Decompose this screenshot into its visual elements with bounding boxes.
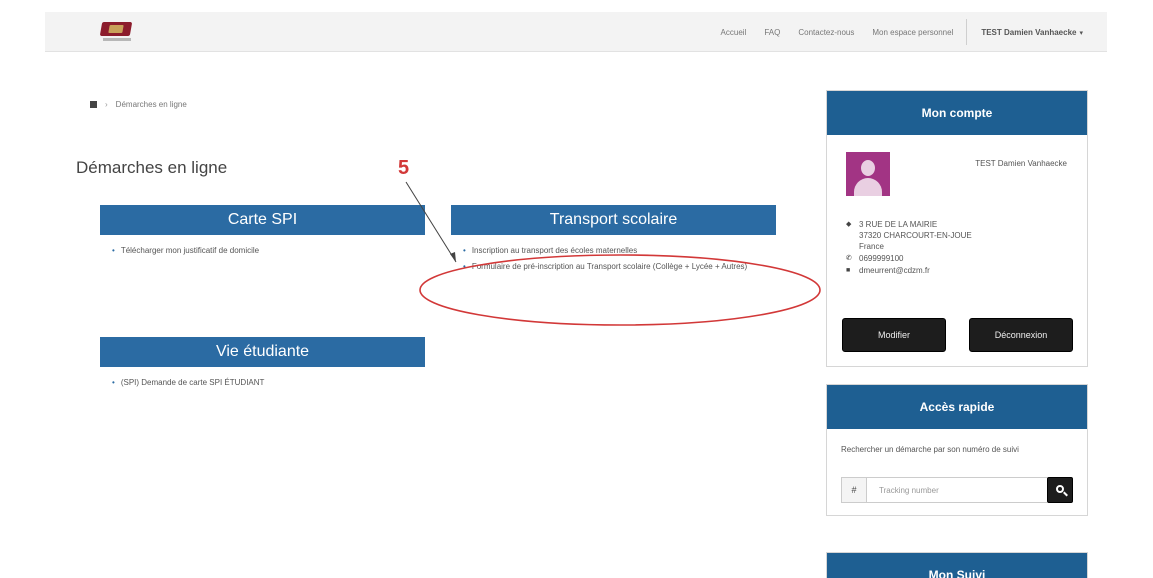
account-widget-body: TEST Damien Vanhaecke ◆ 3 RUE DE LA MAIR… xyxy=(827,135,1087,366)
tracking-search: # xyxy=(841,477,1073,503)
annotation-step-number: 5 xyxy=(398,157,410,179)
section-links: • Inscription au transport des écoles mat… xyxy=(451,235,776,273)
search-icon-handle xyxy=(1063,491,1068,497)
address-lines: 3 RUE DE LA MAIRIE 37320 CHARCOURT-EN-JO… xyxy=(859,219,972,252)
breadcrumb-current: Démarches en ligne xyxy=(115,100,187,109)
section-links: • Télécharger mon justificatif de domicil… xyxy=(100,235,425,257)
bullet-icon: • xyxy=(112,378,115,387)
avatar-head xyxy=(861,160,875,176)
section-vie-etudiante: Vie étudiante • (SPI) Demande de carte SP… xyxy=(100,337,425,392)
section-header: Vie étudiante xyxy=(100,337,425,367)
top-navbar: Accueil FAQ Contactez-nous Mon espace pe… xyxy=(45,12,1107,52)
nav-divider xyxy=(966,19,968,45)
list-item: • Formulaire de pré-inscription au Transp… xyxy=(463,260,776,273)
account-address: ◆ 3 RUE DE LA MAIRIE 37320 CHARCOURT-EN-… xyxy=(846,219,972,252)
nav-faq[interactable]: FAQ xyxy=(755,28,789,37)
section-header: Transport scolaire xyxy=(451,205,776,235)
account-phone: ✆ 0699999100 xyxy=(846,253,972,264)
user-menu-label: TEST Damien Vanhaecke xyxy=(981,27,1077,37)
logo-subline xyxy=(103,38,131,41)
breadcrumb: › Démarches en ligne xyxy=(90,100,187,109)
hash-prefix: # xyxy=(841,477,867,503)
quick-access-title: Accès rapide xyxy=(827,385,1087,429)
quick-access-widget: Accès rapide Rechercher un démarche par … xyxy=(826,384,1088,516)
user-menu[interactable]: TEST Damien Vanhaecke ▾ xyxy=(975,28,1083,37)
home-icon[interactable] xyxy=(90,101,97,108)
nav-espace-personnel[interactable]: Mon espace personnel xyxy=(863,28,962,37)
envelope-icon: ■ xyxy=(846,267,851,274)
address-line-3: France xyxy=(859,242,884,251)
link-preinscription-transport[interactable]: Formulaire de pré-inscription au Transpo… xyxy=(472,260,747,273)
account-widget: Mon compte TEST Damien Vanhaecke ◆ 3 RUE… xyxy=(826,90,1088,367)
list-item: • Télécharger mon justificatif de domicil… xyxy=(112,244,425,257)
quick-access-body: Rechercher un démarche par son numéro de… xyxy=(827,429,1087,515)
page-title: Démarches en ligne xyxy=(76,158,228,177)
search-button[interactable] xyxy=(1047,477,1073,503)
site-logo[interactable] xyxy=(97,18,137,44)
section-transport-scolaire: Transport scolaire • Inscription au trans… xyxy=(451,205,776,276)
nav-contact[interactable]: Contactez-nous xyxy=(789,28,863,37)
breadcrumb-separator-icon: › xyxy=(105,100,108,109)
main-nav: Accueil FAQ Contactez-nous Mon espace pe… xyxy=(712,12,1083,52)
link-transport-maternelle[interactable]: Inscription au transport des écoles mate… xyxy=(472,244,637,257)
logout-button[interactable]: Déconnexion xyxy=(969,318,1073,352)
caret-down-icon: ▾ xyxy=(1079,29,1083,37)
section-links: • (SPI) Demande de carte SPI ÉTUDIANT xyxy=(100,367,425,389)
phone-icon: ✆ xyxy=(846,255,852,262)
map-marker-icon: ◆ xyxy=(846,221,852,228)
account-email: ■ dmeurrent@cdzm.fr xyxy=(846,265,972,276)
account-name: TEST Damien Vanhaecke xyxy=(975,159,1067,168)
logo-mark xyxy=(99,22,133,36)
account-widget-title: Mon compte xyxy=(827,91,1087,135)
bullet-icon: • xyxy=(463,246,466,255)
nav-accueil[interactable]: Accueil xyxy=(712,28,756,37)
avatar-shoulders xyxy=(854,178,882,196)
account-info: ◆ 3 RUE DE LA MAIRIE 37320 CHARCOURT-EN-… xyxy=(846,219,972,277)
section-carte-spi: Carte SPI • Télécharger mon justificatif … xyxy=(100,205,425,260)
modify-button[interactable]: Modifier xyxy=(842,318,946,352)
tracking-widget: Mon Suivi xyxy=(826,552,1088,578)
bullet-icon: • xyxy=(112,246,115,255)
tracking-number-input[interactable] xyxy=(867,477,1047,503)
link-justificatif-domicile[interactable]: Télécharger mon justificatif de domicile xyxy=(121,244,259,257)
address-line-1: 3 RUE DE LA MAIRIE xyxy=(859,220,938,229)
section-header: Carte SPI xyxy=(100,205,425,235)
avatar xyxy=(846,152,890,196)
bullet-icon: • xyxy=(463,262,466,271)
quick-access-text: Rechercher un démarche par son numéro de… xyxy=(841,445,1019,454)
list-item: • Inscription au transport des écoles mat… xyxy=(463,244,776,257)
list-item: • (SPI) Demande de carte SPI ÉTUDIANT xyxy=(112,376,425,389)
tracking-widget-title: Mon Suivi xyxy=(827,553,1087,578)
address-line-2: 37320 CHARCOURT-EN-JOUE xyxy=(859,231,972,240)
phone-value: 0699999100 xyxy=(859,254,904,263)
email-value: dmeurrent@cdzm.fr xyxy=(859,266,930,275)
link-carte-spi-etudiant[interactable]: (SPI) Demande de carte SPI ÉTUDIANT xyxy=(121,376,265,389)
